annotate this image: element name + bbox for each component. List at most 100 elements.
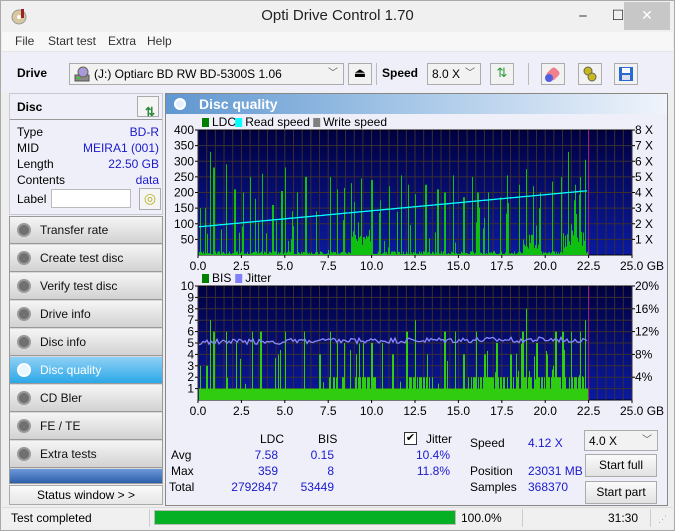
toolbar-separator xyxy=(528,63,529,85)
settings-button[interactable] xyxy=(578,63,602,85)
x-tick-label: 10.0 xyxy=(360,259,384,270)
speed-select[interactable]: 8.0 X ﹀ xyxy=(427,63,481,85)
ldc-chart: 400 350300 250 200150 10050 8 X 7 X6 X 5 X 4 X3 … xyxy=(174,115,664,270)
status-separator xyxy=(650,509,651,527)
y2-tick-label: 3 X xyxy=(635,201,653,215)
disc-quality-panel: Disc quality 400 350 300 250 200 150 100 50 8 X 7… xyxy=(165,93,668,506)
samples-label: Samples xyxy=(470,480,517,494)
y2-tick-label: 1 X xyxy=(635,232,653,246)
nav-item-create-test-disc[interactable]: Create test disc xyxy=(10,245,162,272)
disc-test-icon xyxy=(17,223,31,237)
x-tick-label: 25.0 GB xyxy=(620,259,664,270)
nav-item-label: Extra tests xyxy=(40,447,97,461)
app-window: Opti Drive Control 1.70 ‒ ☐ ✕ File Start… xyxy=(0,0,675,531)
refresh-icon: ⇅ xyxy=(145,105,156,119)
close-button[interactable]: ✕ xyxy=(624,2,670,30)
disc-header: Disc xyxy=(17,100,43,114)
y-tick-label: 300 xyxy=(174,154,194,168)
progress-fill xyxy=(155,511,455,524)
disc-test-icon xyxy=(17,307,31,321)
status-separator xyxy=(522,509,523,527)
y2-tick-label: 8% xyxy=(635,347,653,361)
field-key: MID xyxy=(17,141,39,155)
nav-item-disc-quality[interactable]: Disc quality xyxy=(10,357,162,384)
disc-test-icon xyxy=(17,419,31,433)
status-separator xyxy=(149,509,150,527)
disc-test-icon xyxy=(17,391,31,405)
nav-item-label: Drive info xyxy=(40,307,91,321)
legend-swatch xyxy=(202,118,209,127)
start-full-button[interactable]: Start full xyxy=(585,454,657,477)
menu-help[interactable]: Help xyxy=(147,34,172,48)
resize-grip-icon[interactable]: ⋰ xyxy=(658,514,667,525)
refresh-button[interactable]: ⇅ xyxy=(490,63,514,85)
nav-item-disc-info[interactable]: Disc info xyxy=(10,329,162,356)
x-tick-label: 7.5 xyxy=(320,404,337,418)
position-value: 23031 MB xyxy=(528,464,583,478)
nav-item-cd-bler[interactable]: CD Bler xyxy=(10,385,162,412)
max-bis: 8 xyxy=(327,464,334,478)
avg-ldc: 7.58 xyxy=(254,448,278,462)
drive-select[interactable]: (J:) Optiarc BD RW BD-5300S 1.06 ﹀ xyxy=(69,63,344,85)
x-tick-label: 22.5 xyxy=(577,259,601,270)
avg-bis: 0.15 xyxy=(310,448,334,462)
label-disc-button[interactable]: ◎ xyxy=(139,188,161,210)
jitter-checkbox[interactable]: ✔ xyxy=(404,432,417,445)
elapsed-time: 31:30 xyxy=(608,511,639,525)
speed-stat-label: Speed xyxy=(470,436,505,450)
nav-item-extra-tests[interactable]: Extra tests xyxy=(10,441,162,468)
settings-icon xyxy=(583,66,597,82)
disc-panel: Disc ⇅ Type BD-R MID MEIRA1 (001) Length… xyxy=(9,93,163,215)
y2-tick-label: 16% xyxy=(635,302,659,316)
disc-quality-icon xyxy=(174,98,186,110)
nav-item-transfer-rate[interactable]: Transfer rate xyxy=(10,217,162,244)
nav-item-label: Transfer rate xyxy=(40,223,109,237)
y2-tick-label: 7 X xyxy=(635,139,653,153)
menu-extra[interactable]: Extra xyxy=(108,34,136,48)
field-value: 22.50 GB xyxy=(108,157,159,171)
y2-tick-label: 12% xyxy=(635,325,659,339)
total-bis: 53449 xyxy=(300,480,334,494)
disc-panel-header: Disc ⇅ xyxy=(10,94,162,120)
erase-button[interactable] xyxy=(541,63,565,85)
x-tick-label: 5.0 xyxy=(276,259,293,270)
menu-file[interactable]: File xyxy=(15,34,34,48)
nav-item-label: Verify test disc xyxy=(40,279,118,293)
x-tick-label: 25.0 GB xyxy=(620,404,664,418)
x-tick-label: 10.0 xyxy=(360,404,384,418)
status-window-button[interactable]: Status window > > xyxy=(9,485,163,505)
y-tick-label: 250 xyxy=(174,170,194,184)
x-tick-label: 15.0 xyxy=(447,259,471,270)
samples-value: 368370 xyxy=(528,480,569,494)
legend-swatch xyxy=(235,274,243,283)
drive-value: (J:) Optiarc BD RW BD-5300S 1.06 xyxy=(94,67,282,81)
legend-swatch xyxy=(202,274,209,283)
field-key: Type xyxy=(17,125,44,139)
nav-item-fe-te[interactable]: FE / TE xyxy=(10,413,162,440)
menu-start-test[interactable]: Start test xyxy=(48,34,96,48)
test-nav: Transfer rate Create test disc Verify test… xyxy=(9,216,163,484)
eject-button[interactable]: ⏏ xyxy=(348,63,372,85)
nav-item-drive-info[interactable]: Drive info xyxy=(10,301,162,328)
label-input[interactable] xyxy=(51,189,131,208)
progress-text: 100.0% xyxy=(461,511,502,525)
y2-tick-label: 20% xyxy=(635,279,659,293)
label-key: Label xyxy=(17,192,47,206)
stats-table: LDC BIS ✔ Jitter Avg 7.58 0.15 10.4% Max… xyxy=(166,428,667,508)
legend-label: Read speed xyxy=(245,115,310,129)
save-button[interactable] xyxy=(614,63,638,85)
max-ldc: 359 xyxy=(257,464,278,478)
test-speed-select[interactable]: 4.0 X ﹀ xyxy=(584,430,658,451)
nav-item-verify-test-disc[interactable]: Verify test disc xyxy=(10,273,162,300)
y-tick-label: 100 xyxy=(174,217,194,231)
nav-item-label: Disc quality xyxy=(40,363,102,377)
field-value: MEIRA1 (001) xyxy=(82,141,159,155)
start-part-button[interactable]: Start part xyxy=(585,481,657,504)
disc-refresh-button[interactable]: ⇅ xyxy=(137,96,159,119)
progress-bar xyxy=(154,510,456,525)
y-tick-label: 400 xyxy=(174,123,194,137)
speed-value: 8.0 X xyxy=(432,67,461,81)
legend-swatch xyxy=(313,118,321,127)
field-key: Length xyxy=(17,157,54,171)
x-tick-label: 17.5 xyxy=(490,259,514,270)
